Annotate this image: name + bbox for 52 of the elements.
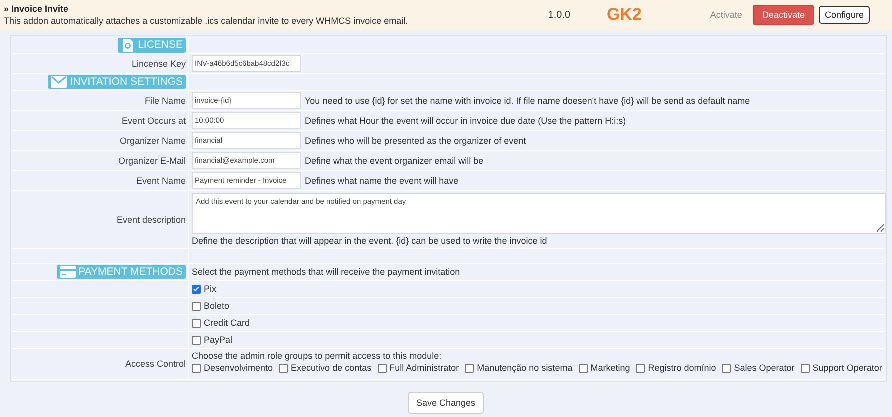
help-text: Choose the admin role groups to permit access to this module: — [192, 351, 442, 361]
addon-title: » Invoice Invite — [4, 4, 70, 14]
help-text: Define what the event organizer email will be — [305, 156, 484, 166]
section-header: LICENSE — [118, 38, 186, 52]
checkbox-label: Boleto — [204, 301, 230, 311]
checkbox[interactable] — [800, 364, 810, 372]
checkbox-label: Credit Card — [204, 318, 250, 328]
checkbox[interactable] — [192, 364, 201, 372]
checkbox[interactable] — [578, 364, 588, 372]
field-label: Event Name — [136, 176, 186, 186]
deactivate-button[interactable]: Deactivate — [753, 5, 814, 25]
help-text: You need to use {id} for set the name with invoice id. If file name doesen't have {id} will be send as default name — [305, 96, 750, 106]
field-label: File Name — [144, 96, 186, 106]
field-label: Access Control — [125, 359, 186, 369]
checkbox-label: Manutenção no sistema — [477, 363, 573, 373]
checkbox[interactable] — [279, 364, 288, 372]
field-label: Organizer Name — [120, 136, 186, 146]
checkbox-label: Pix — [204, 284, 217, 294]
section-header: PAYMENT METHODS — [56, 265, 186, 279]
checkbox[interactable] — [192, 336, 201, 344]
checkbox[interactable] — [378, 364, 387, 372]
checkbox-label: Executivo de contas — [291, 363, 372, 373]
help-text: Defines who will be presented as the organizer of event — [305, 136, 526, 146]
checkbox[interactable] — [465, 364, 474, 372]
checkbox-label: Sales Operator — [734, 363, 795, 373]
checkbox[interactable] — [192, 284, 201, 294]
help-text: Defines what Hour the event will occur in invoice due date (Use the pattern H:i:s) — [305, 116, 626, 126]
checkbox[interactable] — [192, 302, 201, 310]
checkbox-label: Desenvolvimento — [204, 363, 274, 373]
checkbox-label: PayPal — [204, 335, 233, 345]
checkbox-label: Marketing — [590, 363, 630, 373]
help-text: Define the description that will appear in the event. {id} can be used to write the invoice id — [192, 236, 548, 246]
checkbox[interactable] — [192, 318, 201, 328]
checkbox[interactable] — [636, 364, 646, 372]
section-note: Select the payment methods that will receive the payment invitation — [192, 267, 460, 277]
checkbox[interactable] — [722, 364, 732, 372]
logo: GK2 — [606, 5, 643, 25]
field-label: Organizer E-Mail — [118, 156, 186, 166]
credit-card-icon — [60, 266, 76, 278]
checkbox-label: Support Operator — [812, 363, 882, 373]
field-label: Event description — [116, 214, 186, 224]
field-label: Lincense Key — [132, 58, 186, 68]
addon-description: This addon automatically attaches a customizable .ics calendar invite to every WHMCS invoice email. — [4, 16, 410, 26]
version-text: 1.0.0 — [547, 10, 572, 20]
envelope-icon — [51, 76, 68, 88]
checkbox-label: Full Administrator — [390, 363, 460, 373]
configure-button[interactable]: Configure — [818, 6, 870, 24]
help-text: Defines what name the event will have — [305, 176, 459, 186]
save-changes-button[interactable]: Save Changes — [408, 392, 484, 414]
field-label: Event Occurs at — [122, 116, 186, 126]
section-header: INVITATION SETTINGS — [48, 75, 186, 89]
checkbox-label: Registro domínio — [648, 363, 716, 373]
